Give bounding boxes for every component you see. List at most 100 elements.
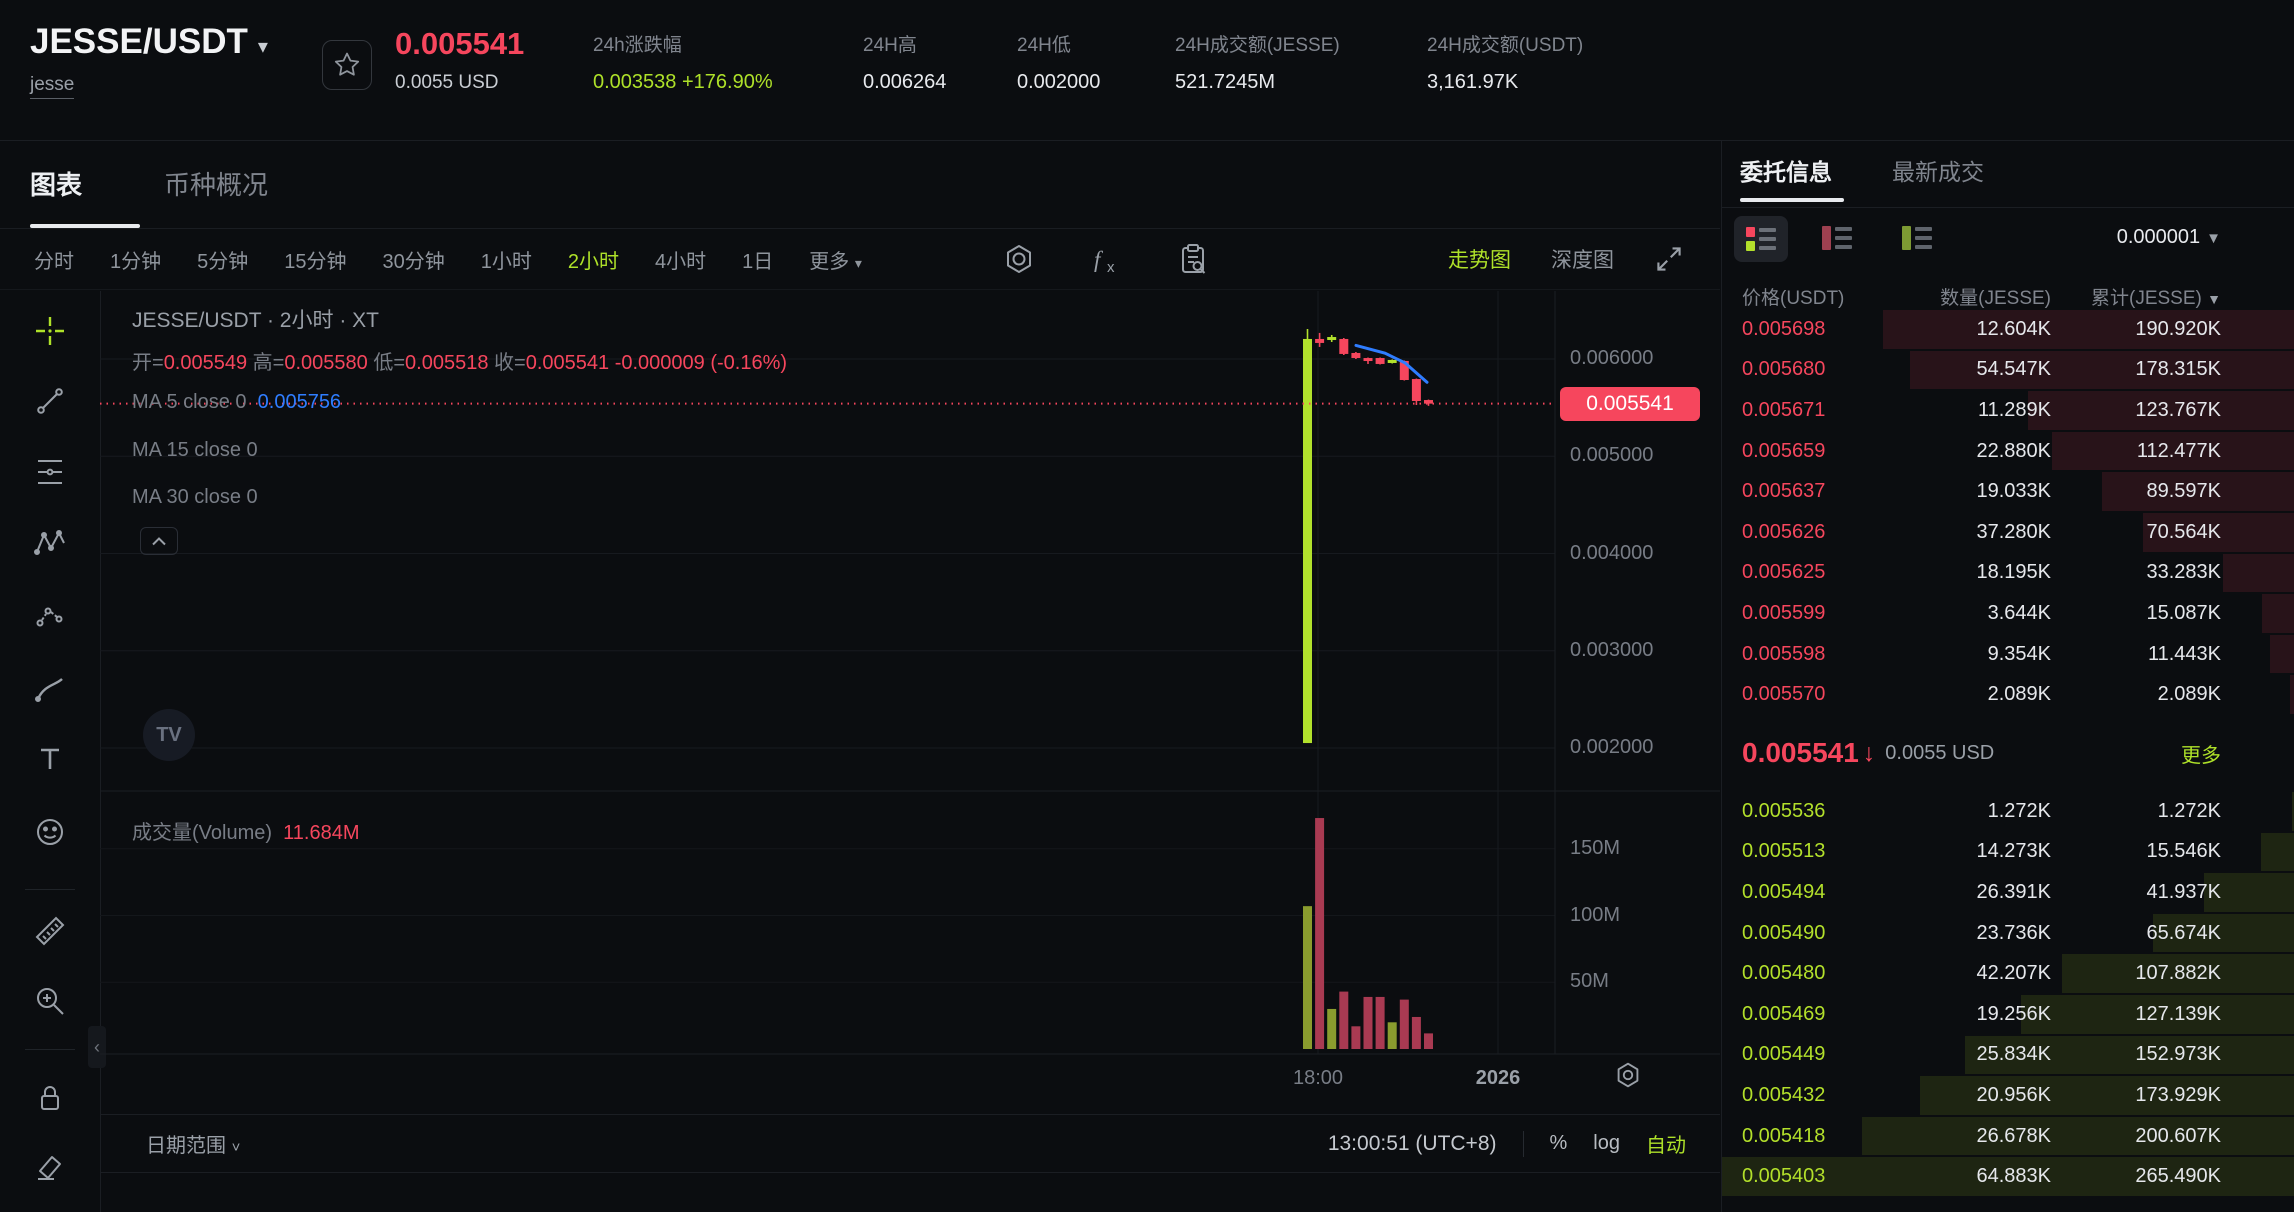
ask-row[interactable]: 0.00563719.033K89.597K — [1722, 471, 2294, 512]
ruler-icon[interactable] — [33, 914, 67, 948]
bid-cumulative: 152.973K — [2051, 1043, 2221, 1066]
timeframe-button-30分钟[interactable]: 30分钟 — [383, 245, 445, 274]
ask-row[interactable]: 0.0055702.089K2.089K — [1722, 674, 2294, 715]
log-scale-button[interactable]: log — [1593, 1132, 1620, 1155]
ask-cumulative: 178.315K — [2051, 358, 2221, 381]
ask-price: 0.005659 — [1742, 440, 1892, 463]
last-price-block: 0.005541 0.0055 USD — [395, 26, 524, 94]
indicators-button[interactable]: f x — [1088, 242, 1124, 276]
forecast-icon[interactable] — [33, 598, 67, 632]
svg-text:f: f — [1094, 247, 1104, 272]
svg-text:x: x — [1107, 259, 1115, 276]
timeframe-button-1分钟[interactable]: 1分钟 — [110, 245, 161, 274]
bid-cumulative: 65.674K — [2051, 922, 2221, 945]
ask-cumulative: 33.283K — [2051, 561, 2221, 584]
orderbook-column-headers: 价格(USDT) 数量(JESSE) 累计(JESSE) ▼ — [1722, 283, 2294, 310]
eraser-icon[interactable] — [33, 1150, 67, 1184]
timeframe-button-2小时[interactable]: 2小时 — [568, 245, 619, 274]
symbol-block[interactable]: JESSE/USDT▾ jesse — [30, 22, 268, 99]
bid-row[interactable]: 0.00549426.391K41.937K — [1722, 872, 2294, 913]
brush-icon[interactable] — [33, 672, 67, 706]
date-range-button[interactable]: 日期范围 ˅ — [146, 1129, 240, 1158]
symbol-dropdown-caret[interactable]: ▾ — [258, 36, 268, 58]
chart-settings-button[interactable] — [1002, 242, 1036, 276]
bid-amount: 25.834K — [1892, 1043, 2051, 1066]
favorite-button[interactable] — [322, 40, 372, 90]
bid-row[interactable]: 0.00543220.956K173.929K — [1722, 1075, 2294, 1116]
fib-retracement-icon[interactable] — [33, 455, 67, 489]
bid-row[interactable]: 0.0055361.272K1.272K — [1722, 791, 2294, 832]
bid-row[interactable]: 0.00540364.883K265.490K — [1722, 1156, 2294, 1197]
orderbook-panel: 委托信息 最新成交 0.000001▼ 价格(USDT) — [1721, 141, 2294, 1212]
ask-row[interactable]: 0.00567111.289K123.767K — [1722, 390, 2294, 431]
lock-icon[interactable] — [33, 1081, 67, 1115]
ask-row[interactable]: 0.00562518.195K33.283K — [1722, 553, 2294, 594]
ask-row[interactable]: 0.0055989.354K11.443K — [1722, 634, 2294, 675]
tab-latest-trades[interactable]: 最新成交 — [1892, 153, 1984, 187]
chart-mode-switch: 走势图 深度图 — [1448, 244, 1684, 274]
col-amount: 数量(JESSE) — [1892, 283, 2051, 310]
bid-amount: 23.736K — [1892, 922, 2051, 945]
clock[interactable]: 13:00:51 (UTC+8) — [1328, 1132, 1497, 1156]
chart-plot-area[interactable]: JESSE/USDT · 2小时 · XT 开=0.005549 高=0.005… — [100, 291, 1720, 1114]
bid-row[interactable]: 0.00548042.207K107.882K — [1722, 953, 2294, 994]
tab-order-info[interactable]: 委托信息 — [1740, 153, 1832, 187]
bid-row[interactable]: 0.00544925.834K152.973K — [1722, 1035, 2294, 1076]
text-tool-icon[interactable] — [33, 742, 67, 776]
timeframe-button-1日[interactable]: 1日 — [742, 245, 773, 274]
ask-row[interactable]: 0.0055993.644K15.087K — [1722, 593, 2294, 634]
tab-coin-overview[interactable]: 币种概况 — [164, 165, 268, 202]
tab-chart[interactable]: 图表 — [30, 165, 82, 202]
ask-cumulative: 112.477K — [2051, 440, 2221, 463]
more-button[interactable]: 更多 — [2181, 739, 2221, 768]
stat-volume-base-value: 521.7245M — [1175, 71, 1340, 94]
ask-row[interactable]: 0.00565922.880K112.477K — [1722, 431, 2294, 472]
book-view-both-button[interactable] — [1734, 216, 1788, 262]
stat-volume-quote-label: 24H成交额(USDT) — [1427, 30, 1583, 57]
bid-rows: 0.0055361.272K1.272K0.00551314.273K15.54… — [1722, 791, 2294, 1197]
emoji-icon[interactable] — [33, 815, 67, 849]
bid-row[interactable]: 0.00541826.678K200.607K — [1722, 1116, 2294, 1157]
book-view-bids-button[interactable] — [1898, 222, 1936, 259]
header: JESSE/USDT▾ jesse 0.005541 0.0055 USD 24… — [0, 0, 2294, 141]
axis-settings-button[interactable] — [1612, 1059, 1644, 1096]
active-tab-underline — [1740, 198, 1844, 202]
percent-scale-button[interactable]: % — [1550, 1132, 1568, 1155]
timeframe-button-15分钟[interactable]: 15分钟 — [284, 245, 346, 274]
bid-cumulative: 173.929K — [2051, 1084, 2221, 1107]
fullscreen-button[interactable] — [1654, 244, 1684, 274]
ask-cumulative: 11.443K — [2051, 643, 2221, 666]
bid-price: 0.005418 — [1742, 1125, 1892, 1148]
zoom-in-icon[interactable] — [33, 984, 67, 1018]
order-template-button[interactable] — [1176, 242, 1210, 276]
bid-row[interactable]: 0.00549023.736K65.674K — [1722, 913, 2294, 954]
bid-row[interactable]: 0.00551314.273K15.546K — [1722, 832, 2294, 873]
timeframe-button-5分钟[interactable]: 5分钟 — [197, 245, 248, 274]
ask-row[interactable]: 0.00569812.604K190.920K — [1722, 309, 2294, 350]
ask-row[interactable]: 0.00562637.280K70.564K — [1722, 512, 2294, 553]
bid-row[interactable]: 0.00546919.256K127.139K — [1722, 994, 2294, 1035]
timeframe-button-分时[interactable]: 分时 — [34, 245, 74, 274]
crosshair-icon[interactable] — [33, 314, 67, 348]
toolbar-divider — [25, 1049, 75, 1050]
trendline-icon[interactable] — [33, 384, 67, 418]
fx-indicator-icon: f x — [1088, 242, 1124, 276]
ask-row[interactable]: 0.00568054.547K178.315K — [1722, 350, 2294, 391]
auto-scale-button[interactable]: 自动 — [1646, 1129, 1686, 1158]
book-view-asks-button[interactable] — [1818, 222, 1856, 259]
candlestick-chart — [100, 291, 1720, 1114]
col-cumulative[interactable]: 累计(JESSE) ▼ — [2051, 283, 2221, 310]
xabcd-pattern-icon[interactable] — [33, 526, 67, 560]
ask-price: 0.005570 — [1742, 683, 1892, 706]
timeframe-button-4小时[interactable]: 4小时 — [655, 245, 706, 274]
precision-dropdown[interactable]: 0.000001▼ — [2117, 226, 2221, 249]
trend-chart-button[interactable]: 走势图 — [1448, 244, 1511, 274]
symbol-title[interactable]: JESSE/USDT — [30, 22, 248, 61]
tradingview-logo[interactable]: TV — [143, 709, 195, 761]
timeframe-button-1小时[interactable]: 1小时 — [481, 245, 532, 274]
timeframe-more-button[interactable]: 更多 ▾ — [809, 245, 862, 274]
ask-price: 0.005599 — [1742, 602, 1892, 625]
ask-cumulative: 123.767K — [2051, 399, 2221, 422]
depth-chart-button[interactable]: 深度图 — [1551, 244, 1614, 274]
legend-collapse-button[interactable] — [140, 527, 178, 555]
